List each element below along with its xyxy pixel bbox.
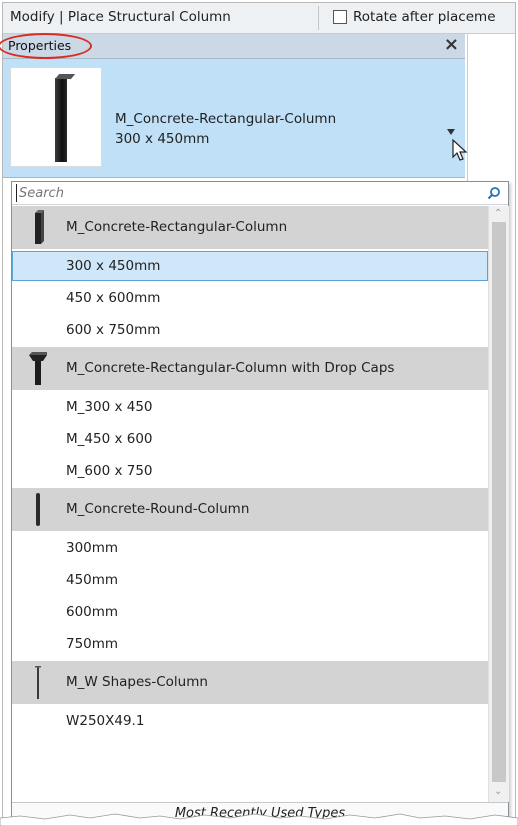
type-item[interactable]: 750mm xyxy=(12,629,488,659)
search-row xyxy=(12,182,508,205)
type-item[interactable]: W250X49.1 xyxy=(12,706,488,736)
family-header-round-column: M_Concrete-Round-Column xyxy=(12,488,488,531)
family-name: M_Concrete-Rectangular-Column with Drop … xyxy=(66,360,395,376)
dropdown-scrollbar[interactable]: ⌃ ⌄ xyxy=(488,206,509,802)
type-selector-family-name: M_Concrete-Rectangular-Column xyxy=(115,111,337,127)
search-icon[interactable] xyxy=(487,186,501,200)
close-icon[interactable]: × xyxy=(444,34,459,55)
revit-window: Modify | Place Structural Column Rotate … xyxy=(2,2,516,824)
drop-cap-column-icon xyxy=(29,352,47,385)
type-item[interactable]: 300 x 450mm xyxy=(12,251,488,281)
type-item[interactable]: 300mm xyxy=(12,533,488,563)
scroll-thumb[interactable] xyxy=(492,222,506,782)
type-selector[interactable]: M_Concrete-Rectangular-Column 300 x 450m… xyxy=(3,59,468,178)
type-dropdown-list: M_Concrete-Rectangular-Column 300 x 450m… xyxy=(11,181,509,823)
type-list: M_Concrete-Rectangular-Column 300 x 450m… xyxy=(12,206,488,802)
type-item[interactable]: 450 x 600mm xyxy=(12,283,488,313)
family-header-rectangular-column: M_Concrete-Rectangular-Column xyxy=(12,206,488,249)
mouse-pointer-icon xyxy=(452,139,468,161)
type-item[interactable]: 450mm xyxy=(12,565,488,595)
type-item[interactable]: 600mm xyxy=(12,597,488,627)
mode-title: Modify | Place Structural Column xyxy=(10,9,231,25)
type-preview-thumbnail xyxy=(10,67,102,167)
scroll-up-arrow-icon[interactable]: ⌃ xyxy=(494,208,504,219)
type-item[interactable]: M_300 x 450 xyxy=(12,392,488,422)
column-preview-icon xyxy=(55,78,67,162)
family-name: M_W Shapes-Column xyxy=(66,674,208,690)
round-column-icon xyxy=(36,493,40,526)
scroll-down-arrow-icon[interactable]: ⌄ xyxy=(494,786,504,797)
family-header-w-shapes-column: M_W Shapes-Column xyxy=(12,661,488,704)
rotate-after-placement-checkbox[interactable] xyxy=(333,10,347,24)
family-header-drop-cap-column: M_Concrete-Rectangular-Column with Drop … xyxy=(12,347,488,390)
search-input[interactable] xyxy=(16,184,469,202)
family-name: M_Concrete-Rectangular-Column xyxy=(66,219,288,235)
options-bar-divider xyxy=(318,6,319,30)
type-item[interactable]: 600 x 750mm xyxy=(12,315,488,345)
annotation-highlight-ring xyxy=(0,33,92,59)
options-bar: Modify | Place Structural Column Rotate … xyxy=(3,3,515,34)
family-name: M_Concrete-Round-Column xyxy=(66,501,250,517)
steel-column-icon xyxy=(35,666,41,699)
torn-edge-decoration xyxy=(0,813,518,826)
type-item[interactable]: M_450 x 600 xyxy=(12,424,488,454)
rectangular-column-icon xyxy=(35,210,44,244)
type-selector-type-name: 300 x 450mm xyxy=(115,131,210,147)
dropdown-arrow-icon[interactable] xyxy=(447,129,455,135)
type-item[interactable]: M_600 x 750 xyxy=(12,456,488,486)
rotate-after-placement-label[interactable]: Rotate after placeme xyxy=(353,9,496,25)
